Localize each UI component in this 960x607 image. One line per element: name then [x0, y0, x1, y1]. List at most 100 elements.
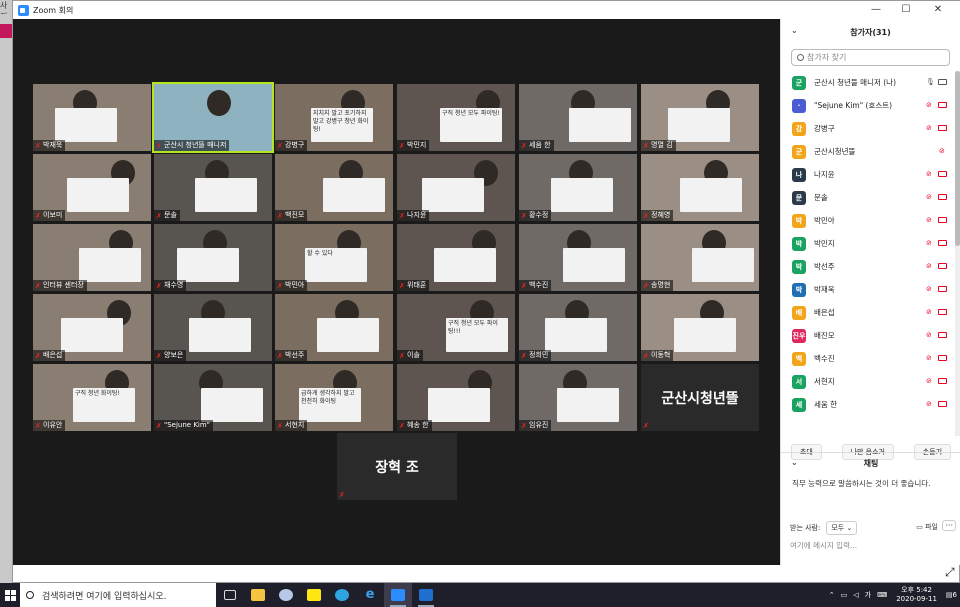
participant-row[interactable]: 문 문솔 ⊘ — [781, 186, 953, 209]
avatar: 박 — [792, 259, 806, 274]
edge-icon[interactable] — [328, 583, 356, 607]
video-tile[interactable]: ✗ 송명현 — [641, 224, 759, 291]
zoom-taskbar-icon[interactable] — [384, 583, 412, 607]
video-tile[interactable]: ✗ 백진모 — [275, 154, 393, 221]
file-explorer-icon[interactable] — [244, 583, 272, 607]
participant-row[interactable]: 박 박민지 ⊘ — [781, 232, 953, 255]
chat-title: 채팅 — [863, 458, 879, 468]
video-tile[interactable]: ✗ 백수진 — [519, 224, 637, 291]
video-tile[interactable]: ✗ 인터뷰 센터장 — [33, 224, 151, 291]
avatar: 박 — [792, 213, 806, 228]
video-tile[interactable]: 군산시청년뜰 ✗ — [641, 364, 759, 431]
keyboard-icon[interactable]: ⌨ — [877, 591, 887, 599]
microphone-muted-icon: ⊘ — [926, 354, 932, 362]
participant-row[interactable]: 군 군산시청년뜰 ⊘ — [781, 140, 953, 163]
tile-name-label: ✗ 백수진 — [519, 280, 552, 291]
kakaotalk-icon[interactable] — [300, 583, 328, 607]
mic-muted-icon: ✗ — [277, 211, 283, 220]
video-tile[interactable]: ✗ 명열 김 — [641, 84, 759, 151]
participant-scrollbar[interactable] — [955, 71, 960, 436]
participant-head — [207, 90, 231, 116]
video-tile[interactable]: ✗ 박재욱 — [33, 84, 151, 151]
close-button[interactable]: ✕ — [923, 1, 953, 19]
network-icon[interactable]: ▭ — [841, 591, 848, 599]
participant-row[interactable]: 박 박선주 ⊘ — [781, 255, 953, 278]
resize-icon[interactable]: ⤢ — [945, 565, 957, 579]
video-tile[interactable]: ✗ 배은섭 — [33, 294, 151, 361]
photo-app-icon[interactable] — [0, 24, 12, 38]
video-tile[interactable]: ✗ 채수영 — [154, 224, 272, 291]
participant-name: "Sejune Kim" (호스트) — [814, 101, 893, 110]
collapse-chevron-icon[interactable]: ⌄ — [791, 26, 798, 35]
video-tile[interactable]: ✗ "Sejune Kim" — [154, 364, 272, 431]
video-tile[interactable]: ✗ 혜송 한 — [397, 364, 515, 431]
participant-name: 박민아 — [814, 216, 835, 225]
video-tile[interactable]: ✗ 문솔 — [154, 154, 272, 221]
maximize-button[interactable]: ☐ — [891, 1, 921, 19]
video-tile[interactable]: 지치지 말고 포기하지 말고 강병구 청년 화이팅! ✗ 강병구 — [275, 84, 393, 151]
video-tile[interactable]: ✗ 양보은 — [154, 294, 272, 361]
participant-row[interactable]: · "Sejune Kim" (호스트) ⊘ — [781, 94, 953, 117]
video-tile[interactable]: 구직 청년 모두 파이팅!!! ✗ 이솔 — [397, 294, 515, 361]
speaker-icon[interactable]: ◁ — [853, 591, 858, 599]
participant-row[interactable]: 배 배은섭 ⊘ — [781, 301, 953, 324]
participant-row[interactable]: 나 나지윤 ⊘ — [781, 163, 953, 186]
video-tile[interactable]: 구직 청년 모두 파이팅! ✗ 박민지 — [397, 84, 515, 151]
zoom-logo-icon — [18, 4, 29, 16]
desktop-label: 사진 — [0, 1, 8, 14]
video-tile[interactable]: ✗ 박선주 — [275, 294, 393, 361]
held-sign — [674, 318, 736, 352]
participant-row[interactable]: 박 박재욱 ⊘ — [781, 278, 953, 301]
video-tile[interactable]: 구직 청년 화이팅! ✗ 이유안 — [33, 364, 151, 431]
participant-row[interactable]: 강 강병구 ⊘ — [781, 117, 953, 140]
file-button[interactable]: ▭ 파일 — [916, 522, 938, 532]
chat-input[interactable]: 여기에 메시지 입력... — [790, 540, 857, 551]
video-tile[interactable]: ✗ 이동혁 — [641, 294, 759, 361]
participant-name: 문솔 — [814, 193, 828, 202]
taskbar-search-input[interactable]: 검색하려면 여기에 입력하십시오. — [20, 583, 216, 607]
video-tile[interactable]: ✗ 정희민 — [519, 294, 637, 361]
chevron-up-icon[interactable]: ⌃ — [829, 591, 835, 599]
participant-name: 나지윤 — [814, 170, 835, 179]
video-tile[interactable]: ✗ 임유진 — [519, 364, 637, 431]
held-sign — [692, 248, 754, 282]
chat-recipient-select[interactable]: 모두 ⌄ — [826, 521, 858, 535]
camera-icon — [938, 378, 947, 384]
participant-row[interactable]: 군 군산시 청년뜰 매니저 (나) 🎙︎ — [781, 71, 953, 94]
video-tile[interactable]: 장혁 조 ✗ — [337, 433, 457, 500]
video-tile[interactable]: ✗ 위태훈 — [397, 224, 515, 291]
participant-row[interactable]: 진우 배진모 ⊘ — [781, 324, 953, 347]
participant-search-input[interactable]: 참가자 찾기 — [791, 49, 950, 66]
video-tile[interactable]: ✗ 나지윤 — [397, 154, 515, 221]
video-tile[interactable]: 할 수 있다 ✗ 박민아 — [275, 224, 393, 291]
tile-name-label: ✗ 배은섭 — [33, 350, 66, 361]
participant-row[interactable]: 박 박민아 ⊘ — [781, 209, 953, 232]
video-tile[interactable]: ✗ 황수정 — [519, 154, 637, 221]
paint-icon[interactable] — [272, 583, 300, 607]
internet-explorer-icon[interactable]: e — [356, 583, 384, 607]
photos-taskbar-icon[interactable] — [412, 583, 440, 607]
ime-indicator[interactable]: 가 — [865, 590, 871, 600]
video-tile[interactable]: 급하게 생각하지 말고 천천히 화이팅 ✗ 서현지 — [275, 364, 393, 431]
start-button[interactable] — [0, 583, 20, 607]
taskbar-search-placeholder: 검색하려면 여기에 입력하십시오. — [42, 591, 167, 602]
microphone-muted-icon: ⊘ — [926, 101, 932, 109]
avatar: 배 — [792, 305, 806, 320]
more-options-button[interactable]: ··· — [942, 520, 956, 531]
minimize-button[interactable]: — — [861, 1, 891, 19]
taskbar-clock[interactable]: 오후 5:42 2020-09-11 — [896, 586, 937, 604]
video-tile[interactable]: ✗ 정혜영 — [641, 154, 759, 221]
notification-icon[interactable]: ▤6 — [946, 591, 957, 599]
camera-icon — [938, 332, 947, 338]
video-tile[interactable]: ✗ 이보미 — [33, 154, 151, 221]
mic-muted-icon: ✗ — [521, 141, 527, 150]
participant-row[interactable]: 서 서현지 ⊘ — [781, 370, 953, 393]
task-view-icon[interactable] — [216, 583, 244, 607]
chat-collapse-chevron-icon[interactable]: ⌄ — [791, 458, 798, 467]
video-tile[interactable]: ✗ 세움 한 — [519, 84, 637, 151]
chat-message: 직무 능력으로 말씀하시는 것이 더 좋습니다. — [792, 479, 931, 488]
video-tile[interactable]: ✗ 군산시 청년뜰 매니저 — [152, 82, 274, 153]
camera-icon — [938, 309, 947, 315]
participant-row[interactable]: 백 백수진 ⊘ — [781, 347, 953, 370]
participant-row[interactable]: 세 세움 한 ⊘ — [781, 393, 953, 416]
